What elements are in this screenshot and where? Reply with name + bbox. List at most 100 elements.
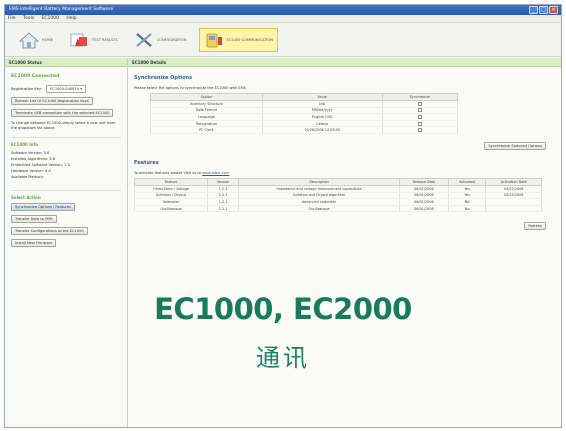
table-cell: 1.2.1 bbox=[207, 192, 240, 200]
home-label: HOME bbox=[42, 37, 53, 42]
table-row: Date Format MM/dd/yyyy bbox=[150, 107, 459, 115]
column-header: Value bbox=[261, 93, 383, 101]
table-cell: Inventory Structure bbox=[150, 100, 263, 108]
table-cell: 10/26/2006 12:08:05 bbox=[261, 126, 383, 134]
table-cell: 1.2.1 bbox=[207, 198, 240, 206]
features-description-text: To activate features please visit us at bbox=[134, 170, 203, 175]
sync-checkbox[interactable] bbox=[417, 101, 422, 106]
table-cell bbox=[485, 198, 542, 206]
table-cell: No bbox=[447, 205, 487, 213]
table-row: Temperature Celsius bbox=[150, 120, 459, 128]
available-memory: Available Memory: bbox=[11, 175, 44, 179]
table-row: Voltmeter 1.2.1 Advanced voltmeter 06/01… bbox=[133, 198, 542, 206]
table-cell: 06/01/2006 bbox=[398, 198, 449, 206]
table-cell: 06/01/2006 bbox=[398, 192, 449, 200]
table-row: Oscilloscope 1.2.1 Oscilloscope 06/01/20… bbox=[133, 205, 542, 213]
table-cell: 04/25/2006 bbox=[485, 185, 542, 193]
table-cell: Ohms Dahn / Voltage bbox=[133, 185, 209, 193]
change-unit-note: To change between EC1000 simply select a… bbox=[11, 121, 116, 130]
install-firmware-button[interactable]: Install New Firmware bbox=[11, 239, 57, 247]
table-cell: N/A bbox=[261, 100, 383, 108]
table-cell bbox=[485, 205, 542, 213]
table-cell: English (US) bbox=[261, 113, 383, 121]
menu-ec1000[interactable]: EC1000 bbox=[42, 16, 59, 21]
test-results-button[interactable]: TEST RESULTS bbox=[65, 29, 122, 51]
table-cell: Yes bbox=[447, 192, 487, 200]
chevron-down-icon: ▾ bbox=[80, 87, 82, 91]
maximize-icon[interactable]: □ bbox=[539, 6, 548, 14]
column-header: Version bbox=[207, 177, 240, 186]
ec1000-communication-label: EC1000 COMMUNICATION bbox=[226, 37, 273, 42]
transfer-config-button[interactable]: Transfer Configurations to the EC1000 bbox=[11, 227, 88, 235]
ec1000-communication-button[interactable]: EC1000 COMMUNICATION bbox=[198, 27, 278, 52]
table-cell: Voltmeter bbox=[133, 198, 209, 206]
table-cell: Oscilloscope bbox=[238, 205, 400, 213]
test-results-label: TEST RESULTS bbox=[91, 37, 118, 42]
table-cell bbox=[381, 120, 459, 128]
table-cell: Yes bbox=[447, 185, 487, 193]
column-header: Activated bbox=[447, 177, 487, 186]
table-row: Ohms Dahn / Voltage 1.2.1 Impedance and … bbox=[133, 185, 542, 193]
table-cell: MM/dd/yyyy bbox=[261, 107, 383, 115]
table-row: PC Clock 10/26/2006 12:08:05 bbox=[150, 126, 459, 134]
column-header: Activation Date bbox=[485, 177, 542, 186]
toolbar: HOME TEST RESULTS CONFIGURATION EC1000 C… bbox=[5, 23, 561, 57]
connection-status: EC1000 Connected bbox=[11, 74, 60, 79]
minimize-icon[interactable]: _ bbox=[529, 6, 538, 14]
refresh-features-button[interactable]: Refresh bbox=[524, 222, 546, 231]
configuration-icon bbox=[135, 32, 152, 47]
ec1000-communication-icon bbox=[206, 33, 222, 47]
sync-options-button[interactable]: Synchronize Options / Features bbox=[11, 203, 75, 211]
table-cell: 1.2.1 bbox=[207, 185, 240, 193]
table-row: Sulfation / Dryout 1.2.1 Sulfation and D… bbox=[133, 192, 542, 200]
table-cell bbox=[381, 126, 459, 134]
table-cell: PC Clock bbox=[150, 126, 263, 134]
table-row: Language English (US) bbox=[150, 113, 459, 121]
sync-description: Please select the options to synchronize… bbox=[134, 86, 246, 90]
sync-checkbox[interactable] bbox=[417, 108, 422, 113]
home-icon bbox=[19, 31, 39, 48]
table-cell bbox=[381, 107, 459, 115]
column-header: Description bbox=[238, 177, 400, 186]
column-header: Synchronize bbox=[381, 93, 459, 101]
configuration-button[interactable]: CONFIGURATION bbox=[130, 29, 191, 51]
sync-checkbox[interactable] bbox=[417, 128, 422, 133]
sync-checkbox[interactable] bbox=[417, 114, 422, 119]
table-cell: Temperature bbox=[150, 120, 263, 128]
features-section-title: Features bbox=[134, 159, 159, 166]
table-cell bbox=[381, 100, 459, 108]
details-pane-header: EC1000 Details bbox=[128, 58, 561, 67]
table-cell: Sulfation and Dryout algorithm bbox=[238, 192, 400, 200]
table-cell: Date Format bbox=[150, 107, 263, 115]
column-header: Release Date bbox=[398, 177, 449, 186]
column-header: Option bbox=[150, 93, 263, 101]
sync-selected-button[interactable]: Synchronize Selected Options bbox=[484, 141, 546, 150]
menu-file[interactable]: File bbox=[8, 16, 16, 21]
registration-key-select[interactable]: EC1000-040810 ▾ bbox=[46, 85, 86, 93]
divider bbox=[11, 190, 121, 191]
transfer-data-button[interactable]: Transfer Data to EMS bbox=[11, 215, 57, 223]
overlay-subtitle: 通讯 bbox=[256, 344, 310, 372]
home-button[interactable]: HOME bbox=[15, 29, 57, 51]
sync-section-title: Synchronize Options bbox=[134, 75, 193, 81]
sync-checkbox[interactable] bbox=[417, 121, 422, 126]
table-cell: Impedance and voltage measurement capabi… bbox=[238, 185, 400, 193]
table-cell: 06/01/2006 bbox=[398, 185, 449, 193]
menu-help[interactable]: Help bbox=[66, 16, 76, 21]
table-cell: No bbox=[447, 198, 487, 206]
table-cell: Celsius bbox=[261, 120, 383, 128]
close-icon[interactable]: × bbox=[549, 6, 558, 14]
features-link[interactable]: www.alber.com bbox=[202, 171, 229, 175]
table-cell: 04/25/2006 bbox=[485, 192, 542, 200]
table-cell: Sulfation / Dryout bbox=[133, 192, 209, 200]
terminate-usb-button[interactable]: Terminate USB connection with the select… bbox=[11, 109, 114, 117]
window-title: EMS Intelligent Battery Management Softw… bbox=[9, 7, 114, 12]
menu-tools[interactable]: Tools bbox=[23, 16, 34, 21]
registration-label: Registration Key: bbox=[11, 87, 43, 91]
configuration-label: CONFIGURATION bbox=[156, 37, 187, 42]
column-header: Feature bbox=[133, 177, 209, 186]
registration-row: Registration Key: EC1000-040810 ▾ bbox=[11, 85, 121, 93]
test-results-icon bbox=[70, 33, 87, 46]
table-cell bbox=[381, 113, 459, 121]
refresh-keys-button[interactable]: Refresh List Of EC1000 Registration Keys bbox=[11, 97, 93, 105]
